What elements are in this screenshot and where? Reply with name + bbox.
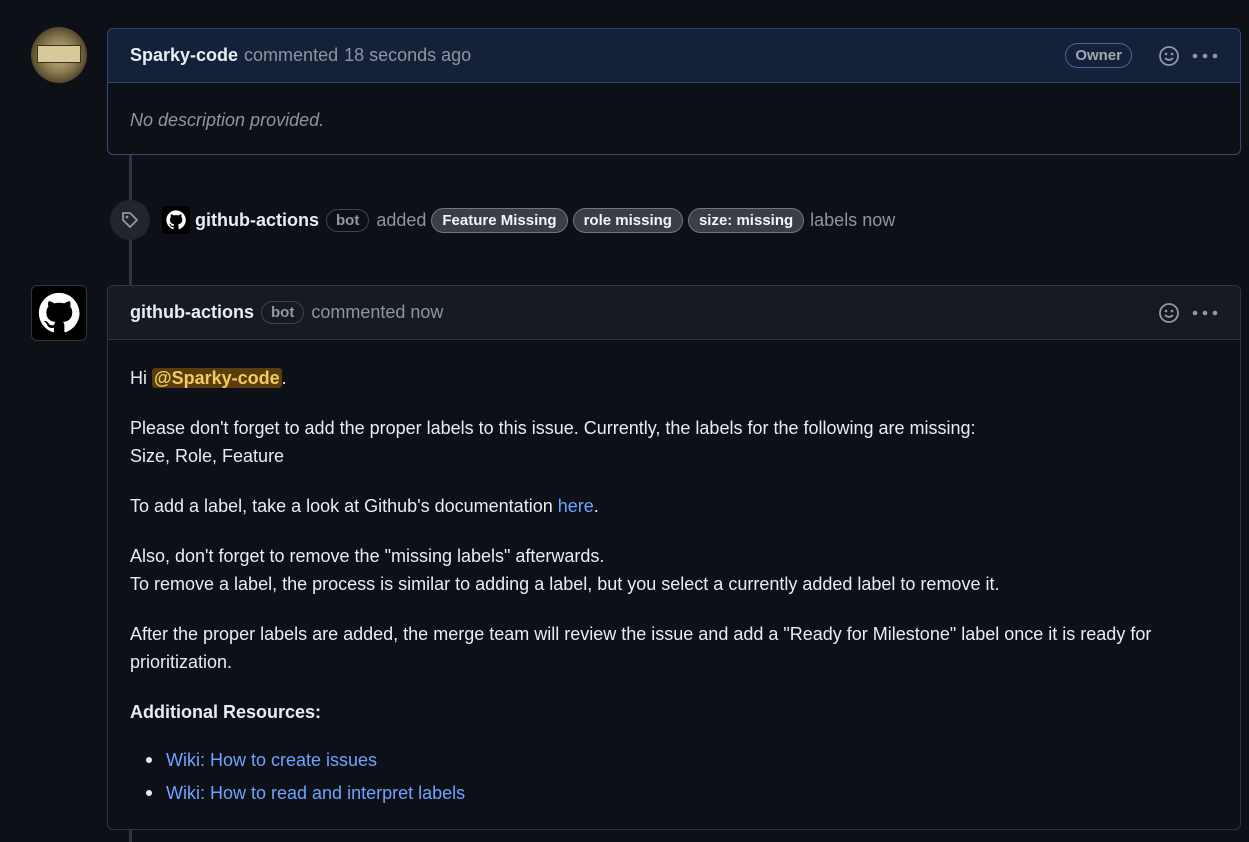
comment-header: github-actions bot commented now (108, 286, 1240, 340)
comment-author[interactable]: github-actions (130, 302, 254, 323)
paragraph-line: Please don't forget to add the proper la… (130, 418, 976, 438)
event-suffix[interactable]: labels now (810, 210, 895, 231)
list-item: Wiki: How to read and interpret labels (146, 776, 1218, 809)
smiley-icon[interactable] (1158, 45, 1180, 67)
greeting-end: . (281, 368, 287, 388)
paragraph-end: . (593, 496, 599, 516)
label-size-missing[interactable]: size: missing (687, 207, 805, 233)
owner-comment: Sparky-code commented 18 seconds ago Own… (107, 28, 1241, 155)
kebab-icon[interactable] (1192, 309, 1218, 317)
owner-badge: Owner (1065, 43, 1132, 68)
bot-badge: bot (326, 208, 370, 232)
paragraph-line: Also, don't forget to remove the "missin… (130, 546, 605, 566)
comment-author[interactable]: Sparky-code (130, 45, 238, 66)
event-actor[interactable]: github-actions (195, 210, 319, 231)
comment-body: Hi @Sparky-code. Please don't forget to … (108, 340, 1240, 809)
greeting: Hi @Sparky-code. (130, 364, 1218, 392)
avatar-image-detail (37, 45, 81, 63)
paragraph-text: To add a label, take a look at Github's … (130, 496, 553, 516)
paragraph-merge-team: After the proper labels are added, the m… (130, 624, 1152, 672)
comment-action: commented (244, 45, 339, 65)
bullet (146, 756, 152, 763)
bullet (146, 789, 152, 796)
user-mention[interactable]: @Sparky-code (152, 368, 282, 388)
github-mark-icon[interactable] (162, 206, 190, 234)
comment-timestamp[interactable]: 18 seconds ago (344, 45, 471, 66)
label-event: github-actions bot added Feature Missing… (110, 200, 895, 240)
resources-heading: Additional Resources: (130, 702, 322, 722)
smiley-icon[interactable] (1158, 302, 1180, 324)
comment-body: No description provided. (108, 83, 1240, 134)
list-item: Wiki: How to create issues (146, 743, 1218, 776)
event-action: added (376, 209, 427, 230)
paragraph-remove-labels: Also, don't forget to remove the "missin… (130, 542, 1218, 598)
avatar-sparky-code[interactable] (31, 27, 87, 83)
greeting-text: Hi (130, 368, 147, 388)
resources-list: Wiki: How to create issues Wiki: How to … (146, 743, 1218, 809)
tag-icon (110, 200, 150, 240)
github-mark-icon (38, 292, 80, 333)
comment-action[interactable]: commented now (311, 302, 443, 323)
bot-badge: bot (261, 301, 305, 324)
no-description-text: No description provided. (130, 110, 325, 130)
documentation-link[interactable]: here (558, 496, 594, 516)
wiki-create-issues-link[interactable]: Wiki: How to create issues (166, 746, 377, 774)
paragraph-missing-labels: Please don't forget to add the proper la… (130, 414, 1218, 470)
paragraph-line: To remove a label, the process is simila… (130, 574, 1000, 594)
kebab-icon[interactable] (1192, 52, 1218, 60)
label-feature-missing[interactable]: Feature Missing (431, 207, 568, 233)
wiki-labels-link[interactable]: Wiki: How to read and interpret labels (166, 779, 465, 807)
avatar-github-actions[interactable] (31, 285, 87, 341)
paragraph-documentation: To add a label, take a look at Github's … (130, 492, 1218, 520)
comment-header: Sparky-code commented 18 seconds ago Own… (108, 29, 1240, 83)
paragraph-line: Size, Role, Feature (130, 446, 285, 466)
label-role-missing[interactable]: role missing (572, 207, 683, 233)
bot-comment: github-actions bot commented now Hi @Spa… (107, 285, 1241, 830)
